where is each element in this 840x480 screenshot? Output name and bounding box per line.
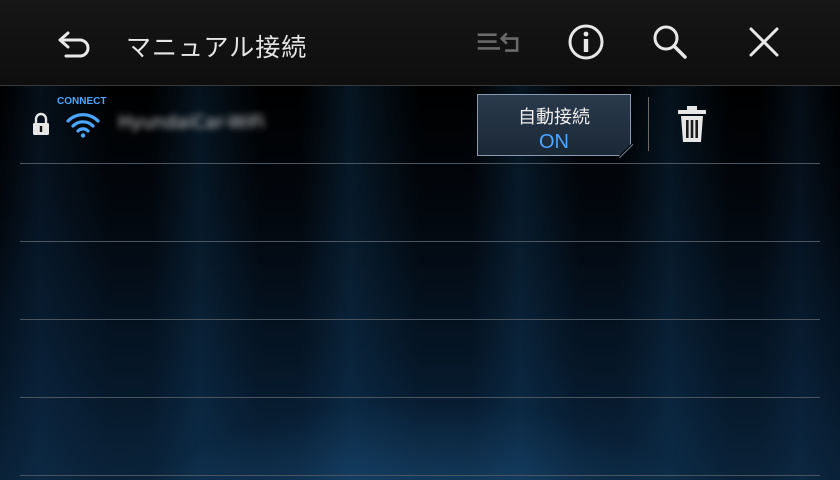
search-button[interactable] [646,18,694,66]
list-return-button[interactable] [476,18,524,66]
vertical-divider [648,97,649,151]
info-icon [568,24,604,60]
auto-connect-label: 自動接続 [518,107,590,128]
search-icon [653,25,687,59]
wifi-icon [66,113,100,138]
back-button[interactable] [48,18,96,66]
row-divider [20,475,820,476]
connect-status-label: CONNECT [57,96,107,107]
header-bar: マニュアル接続 [0,0,840,86]
network-ssid: HyundaiCar-WiFi [118,112,265,133]
row-divider [20,163,820,164]
trash-icon [678,106,706,142]
auto-connect-toggle[interactable]: 自動接続 ON [477,94,631,156]
wifi-list-item[interactable]: CONNECT HyundaiCar-WiFi 自動接続 ON [20,88,820,163]
close-button[interactable] [740,18,788,66]
list-return-icon [477,32,519,52]
auto-connect-state: ON [539,131,569,153]
info-button[interactable] [562,18,610,66]
page-title: マニュアル接続 [126,33,308,62]
row-divider [20,397,820,398]
delete-button[interactable] [670,102,714,146]
lock-icon [33,112,49,135]
close-icon [749,27,779,57]
row-divider [20,319,820,320]
button-corner-decoration [619,144,633,158]
row-divider [20,241,820,242]
back-icon [58,31,90,58]
